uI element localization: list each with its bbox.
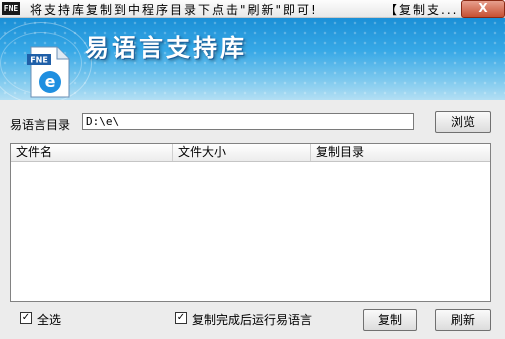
file-list[interactable]: 文件名 文件大小 复制目录: [10, 143, 491, 302]
app-icon: FNE: [2, 2, 20, 15]
directory-label: 易语言目录: [10, 118, 71, 132]
run-after-copy-checkbox[interactable]: ✓: [175, 312, 187, 324]
close-button[interactable]: X: [461, 0, 505, 18]
banner-title: 易语言支持库: [85, 34, 247, 62]
header-banner: FNE e 易语言支持库: [0, 18, 505, 100]
copy-button[interactable]: 复制: [363, 309, 417, 331]
browse-button[interactable]: 浏览: [435, 111, 491, 133]
select-all-checkbox[interactable]: ✓: [20, 312, 32, 324]
refresh-button[interactable]: 刷新: [435, 309, 491, 331]
title-bar: FNE 将支持库复制到中程序目录下点击"刷新"即可! 【复制支... X: [0, 0, 505, 18]
window-title-suffix: 【复制支...: [385, 3, 459, 17]
directory-input[interactable]: D:\e\: [82, 113, 414, 130]
fne-document-icon: FNE e: [27, 46, 70, 98]
column-header-filesize[interactable]: 文件大小: [173, 144, 311, 161]
select-all-label: 全选: [37, 313, 62, 327]
run-after-copy-label: 复制完成后运行易语言: [192, 313, 313, 327]
column-header-filename[interactable]: 文件名: [11, 144, 173, 161]
window-title: 将支持库复制到中程序目录下点击"刷新"即可!: [30, 3, 318, 17]
list-header: 文件名 文件大小 复制目录: [11, 144, 490, 162]
column-header-copy-dir[interactable]: 复制目录: [311, 144, 490, 161]
doc-icon-label: FNE: [30, 56, 48, 65]
doc-icon-letter: e: [45, 72, 56, 91]
